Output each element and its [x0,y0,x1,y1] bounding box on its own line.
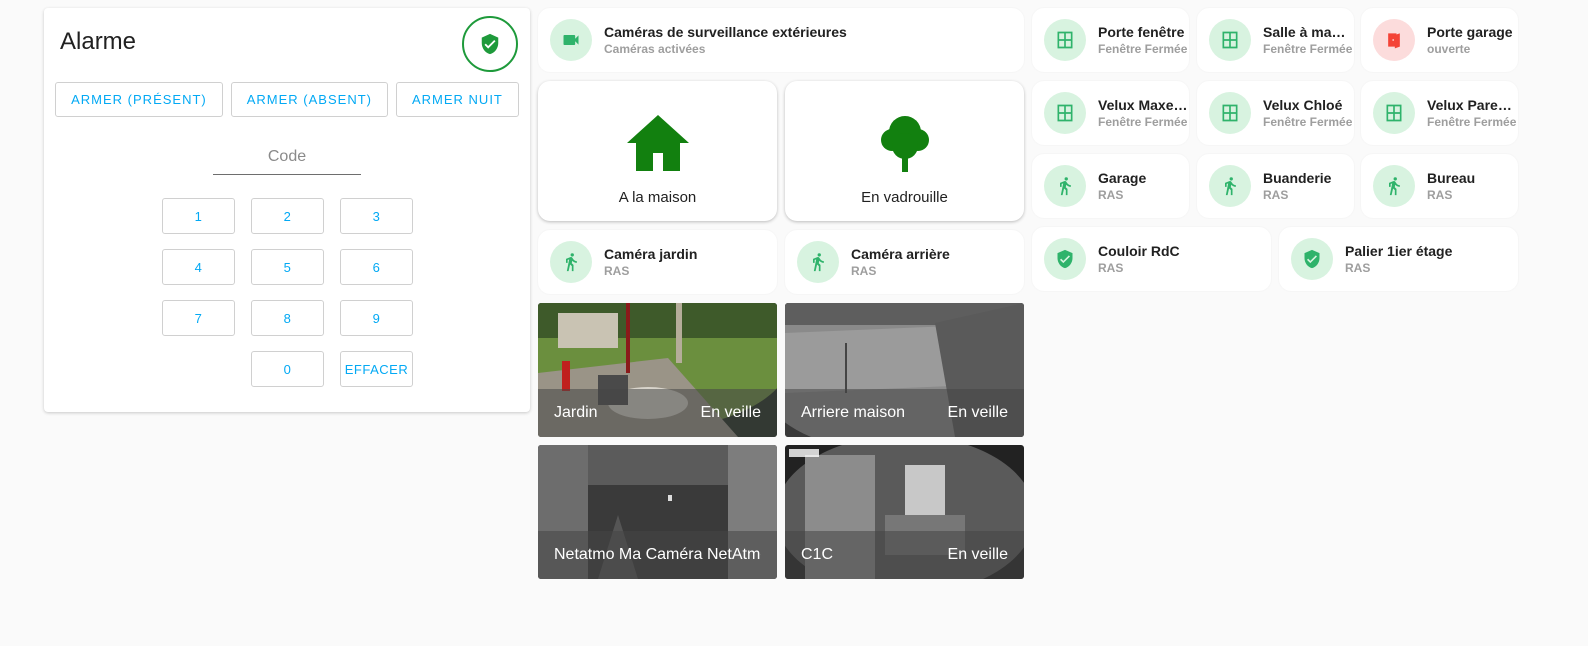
tile-state: ouverte [1427,42,1471,56]
tile-name: Porte fenêtre [1098,24,1185,40]
window-icon [1209,19,1251,61]
tile-state: RAS [1263,188,1289,202]
tile-state: Fenêtre Fermée [1263,115,1353,129]
arm-away-button[interactable]: ARMER (ABSENT) [230,82,388,117]
camera-caption: C1C En veille [785,531,1024,579]
sensor-tile-palier[interactable]: Palier 1ier étage RAS [1279,227,1518,291]
code-input[interactable]: Code [213,148,361,175]
tile-state: RAS [1345,261,1371,275]
walking-person-icon [550,241,592,283]
tile-state: RAS [604,264,630,278]
window-tile-velux-parents[interactable]: Velux Parents Fenêtre Fermée [1361,81,1518,145]
key-5[interactable]: 5 [251,249,324,285]
window-icon [1209,92,1251,134]
arm-home-button[interactable]: ARMER (PRÉSENT) [55,82,223,117]
camera-feed-arriere[interactable]: Arriere maison En veille [785,303,1024,437]
camera-caption: Jardin En veille [538,389,777,437]
camera-name: C1C [801,546,834,563]
camera-feed-c1c[interactable]: C1C En veille [785,445,1024,579]
window-tile-salle-a-manger[interactable]: Salle à manger Fenêtre Fermée [1197,8,1354,72]
tile-state: RAS [1098,261,1124,275]
camera-name: Netatmo Ma Caméra NetAtmo S [554,546,761,563]
camera-feed-jardin[interactable]: Jardin En veille [538,303,777,437]
camera-feed-netatmo[interactable]: Netatmo Ma Caméra NetAtmo S [538,445,777,579]
presence-home-card[interactable]: A la maison [538,81,777,221]
shield-check-icon [481,33,499,55]
alarm-title: Alarme [60,28,137,55]
key-3[interactable]: 3 [340,198,413,234]
clear-button[interactable]: EFFACER [340,351,413,387]
motion-tile-arriere[interactable]: Caméra arrière RAS [785,230,1024,294]
tile-name: Garage [1098,170,1147,186]
tile-name: Buanderie [1263,170,1332,186]
door-open-icon [1373,19,1415,61]
camera-name: Jardin [554,404,598,421]
window-icon [1044,92,1086,134]
alarm-panel: Alarme ARMER (PRÉSENT) ARMER (ABSENT) AR… [44,8,530,412]
walking-person-icon [1373,165,1415,207]
tile-name: Bureau [1427,170,1476,186]
tile-state: Fenêtre Fermée [1098,115,1188,129]
video-camera-icon [550,19,592,61]
code-placeholder: Code [267,148,307,165]
window-icon [1373,92,1415,134]
key-8[interactable]: 8 [251,300,324,336]
key-7[interactable]: 7 [162,300,235,336]
camera-name: Arriere maison [801,404,906,421]
key-6[interactable]: 6 [340,249,413,285]
window-icon [1044,19,1086,61]
tile-name: Salle à manger [1263,24,1354,40]
keypad: 1 2 3 4 5 6 7 8 9 0 EFFACER [162,198,413,387]
key-4[interactable]: 4 [162,249,235,285]
tile-state: RAS [1427,188,1453,202]
tile-name: Velux Parents [1427,97,1518,113]
tile-name: Caméra arrière [851,246,950,262]
presence-away-card[interactable]: En vadrouille [785,81,1024,221]
tile-state: Caméras activées [604,42,706,56]
tile-name: Couloir RdC [1098,243,1180,259]
alarm-status-button[interactable] [462,16,518,72]
walking-person-icon [1209,165,1251,207]
motion-tile-jardin[interactable]: Caméra jardin RAS [538,230,777,294]
walking-person-icon [1044,165,1086,207]
tile-state: RAS [851,264,877,278]
tile-state: RAS [1098,188,1124,202]
cameras-switch-tile[interactable]: Caméras de surveillance extérieures Camé… [538,8,1024,72]
tile-name: Velux Chloé [1263,97,1343,113]
key-1[interactable]: 1 [162,198,235,234]
camera-caption: Arriere maison En veille [785,389,1024,437]
tile-name: Palier 1ier étage [1345,243,1453,259]
camera-state: En veille [700,404,761,421]
camera-state: En veille [947,404,1008,421]
key-spacer [162,351,235,387]
tile-state: Fenêtre Fermée [1098,42,1188,56]
tile-name: Caméras de surveillance extérieures [604,24,847,40]
presence-label: A la maison [618,189,697,206]
shield-check-icon [1291,238,1333,280]
key-2[interactable]: 2 [251,198,324,234]
tile-name: Caméra jardin [604,246,698,262]
sensor-tile-couloir-rdc[interactable]: Couloir RdC RAS [1032,227,1271,291]
tile-state: Fenêtre Fermée [1263,42,1353,56]
tile-name: Velux Maxence [1098,97,1189,113]
window-tile-porte-fenetre[interactable]: Porte fenêtre Fenêtre Fermée [1032,8,1189,72]
presence-label: En vadrouille [861,189,948,206]
camera-caption: Netatmo Ma Caméra NetAtmo S [538,531,777,579]
shield-check-icon [1044,238,1086,280]
camera-state: En veille [947,546,1008,563]
motion-tile-bureau[interactable]: Bureau RAS [1361,154,1518,218]
window-tile-velux-chloe[interactable]: Velux Chloé Fenêtre Fermée [1197,81,1354,145]
motion-tile-garage[interactable]: Garage RAS [1032,154,1189,218]
key-9[interactable]: 9 [340,300,413,336]
motion-tile-buanderie[interactable]: Buanderie RAS [1197,154,1354,218]
walking-person-icon [797,241,839,283]
tree-icon [879,113,931,173]
tile-state: Fenêtre Fermée [1427,115,1517,129]
house-icon [625,113,691,173]
door-tile-porte-garage[interactable]: Porte garage ouverte [1361,8,1518,72]
arm-night-button[interactable]: ARMER NUIT [395,82,519,117]
window-tile-velux-maxence[interactable]: Velux Maxence Fenêtre Fermée [1032,81,1189,145]
tile-name: Porte garage [1427,24,1513,40]
key-0[interactable]: 0 [251,351,324,387]
